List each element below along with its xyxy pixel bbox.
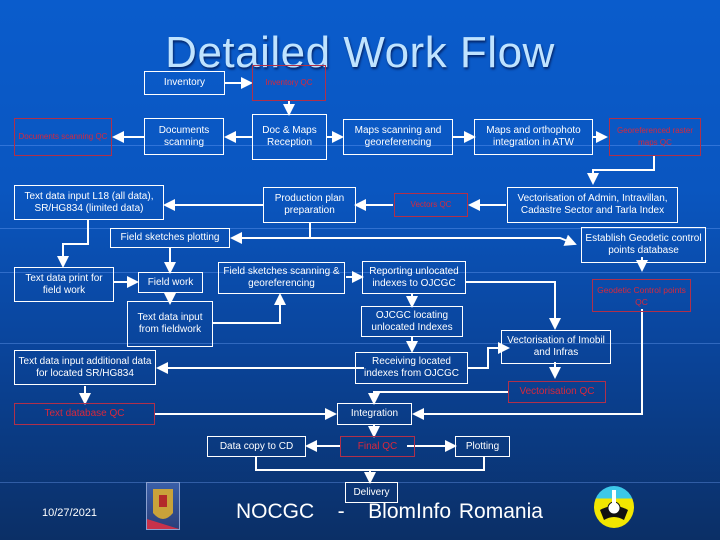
arrow-rasterqc-to-vect	[587, 156, 655, 185]
node-vectorisation-qc[interactable]: Vectorisation QC	[508, 381, 606, 403]
slide: Detailed Work Flow Inventory Inventory Q…	[0, 0, 720, 540]
node-ojcgc-locating[interactable]: OJCGC locating unlocated Indexes	[361, 306, 463, 337]
node-data-copy-cd[interactable]: Data copy to CD	[207, 436, 306, 457]
node-plotting[interactable]: Plotting	[455, 436, 510, 457]
node-maps-ortho-integration[interactable]: Maps and orthophoto integration in ATW	[474, 119, 593, 155]
footer-organizations: NOCGC - BlomInfo Romania	[236, 500, 543, 523]
node-establish-geodetic[interactable]: Establish Geodetic control points databa…	[581, 227, 706, 263]
node-field-sketches-scanning[interactable]: Field sketches scanning & georeferencing	[218, 262, 345, 294]
node-vectorisation-imobil[interactable]: Vectorisation of Imobil and Infras	[501, 330, 611, 364]
arrow-vqc-to-integration	[368, 391, 508, 405]
node-production-plan[interactable]: Production plan preparation	[263, 187, 356, 223]
node-field-sketches-plotting[interactable]: Field sketches plotting	[110, 228, 230, 248]
node-inventory-qc[interactable]: Inventory QC	[252, 65, 326, 101]
node-documents-scanning-qc[interactable]: Documents scanning QC	[14, 118, 112, 156]
node-final-qc[interactable]: Final QC	[340, 436, 415, 457]
node-text-data-additional[interactable]: Text data input additional data for loca…	[14, 350, 156, 385]
node-receiving-located[interactable]: Receiving located indexes from OJCGC	[355, 352, 468, 384]
arrow-reporting-to-imobil	[466, 281, 561, 330]
footer-date: 10/27/2021	[42, 507, 98, 519]
node-integration[interactable]: Integration	[337, 403, 412, 425]
line-cd-plot-merge	[255, 456, 485, 471]
node-field-work[interactable]: Field work	[138, 272, 203, 293]
node-geodetic-qc[interactable]: Geodetic Control points QC	[592, 279, 691, 312]
node-vectorisation-admin[interactable]: Vectorisation of Admin, Intravillan, Cad…	[507, 187, 678, 223]
blominfo-logo-icon	[594, 486, 634, 528]
node-inventory[interactable]: Inventory	[144, 71, 225, 95]
arrow-plan-to-geodetic	[310, 234, 577, 246]
arrow-textfield-to-sketchscan	[212, 293, 286, 324]
node-maps-scanning[interactable]: Maps scanning and georeferencing	[343, 119, 453, 155]
arrow-plan-to-sketchplot	[230, 222, 311, 244]
node-text-data-input-l18[interactable]: Text data input L18 (all data), SR/HG834…	[14, 185, 164, 220]
node-doc-maps-reception[interactable]: Doc & Maps Reception	[252, 114, 327, 160]
node-text-database-qc[interactable]: Text database QC	[14, 403, 155, 425]
node-text-data-fieldwork[interactable]: Text data input from fieldwork	[127, 301, 213, 347]
node-reporting-unlocated[interactable]: Reporting unlocated indexes to OJCGC	[362, 261, 466, 294]
romania-coat-of-arms-icon	[146, 482, 180, 530]
node-raster-maps-qc[interactable]: Georeferenced raster maps QC	[609, 118, 701, 156]
node-text-data-print[interactable]: Text data print for field work	[14, 267, 114, 302]
arrow-textinput-to-print	[57, 219, 89, 268]
node-documents-scanning[interactable]: Documents scanning	[144, 118, 224, 155]
page-title: Detailed Work Flow	[165, 28, 555, 77]
node-vectors-qc[interactable]: Vectors QC	[394, 193, 468, 217]
